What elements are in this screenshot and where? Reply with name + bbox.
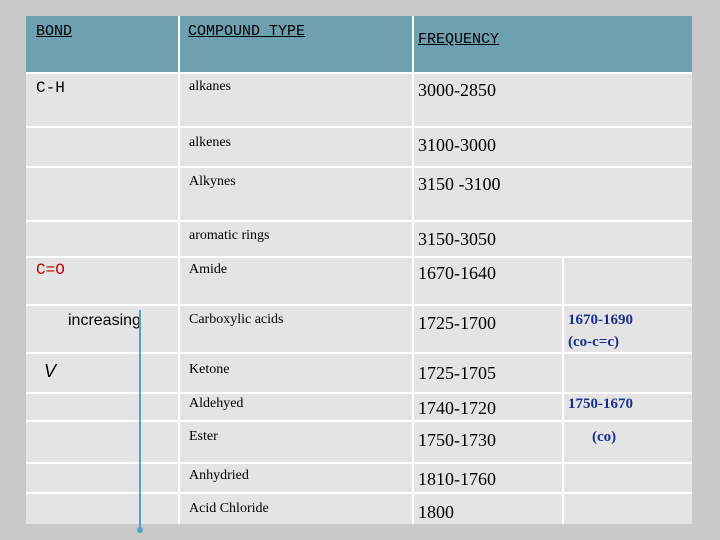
carbonyl-label: (co) — [592, 429, 617, 445]
table-row — [26, 74, 692, 126]
table-row — [26, 222, 692, 256]
compound-type: Amide — [189, 262, 228, 277]
arrow-head-icon — [137, 527, 143, 533]
compound-type: Aldehyed — [189, 396, 244, 411]
frequency-value: 1740-1720 — [418, 398, 496, 418]
table-row — [26, 464, 692, 492]
frequency-value: 3000-2850 — [418, 80, 496, 100]
bond-co: C=O — [36, 261, 65, 279]
conjugated-label: (co-c=c) — [568, 334, 620, 350]
compound-type: aromatic rings — [189, 228, 270, 243]
table-header — [26, 16, 692, 72]
frequency-value: 1810-1760 — [418, 469, 496, 489]
increasing-arrow — [139, 310, 141, 528]
frequency-value: 3100-3000 — [418, 135, 496, 155]
compound-type: Ketone — [189, 362, 230, 377]
table-row — [26, 354, 692, 392]
compound-type: alkanes — [189, 79, 231, 94]
header-compound-type: COMPOUND TYPE — [188, 23, 306, 40]
compound-type: Acid Chloride — [189, 501, 269, 516]
frequency-value: 1800 — [418, 502, 454, 522]
row-divider — [26, 72, 692, 74]
slide: BOND COMPOUND TYPE FREQUENCY C-H C=O alk… — [26, 16, 692, 533]
table-row — [26, 168, 692, 220]
frequency-value: 3150 -3100 — [418, 174, 501, 194]
header-frequency: FREQUENCY — [418, 31, 500, 48]
header-bond: BOND — [36, 23, 73, 40]
column-divider — [412, 16, 414, 524]
bond-ch: C-H — [36, 79, 65, 97]
column-divider — [562, 258, 564, 524]
compound-type: Ester — [189, 429, 218, 444]
compound-type: Carboxylic acids — [189, 312, 284, 327]
table-row — [26, 258, 692, 304]
v-label: V — [44, 361, 57, 381]
frequency-value: 3150-3050 — [418, 229, 496, 249]
frequency-value: 1670-1640 — [418, 263, 496, 283]
conjugated-range: 1670-1690 — [568, 312, 633, 328]
compound-type: Alkynes — [189, 174, 236, 189]
carbonyl-range: 1750-1670 — [568, 396, 633, 412]
frequency-value: 1725-1700 — [418, 313, 496, 333]
compound-type: Anhydried — [189, 468, 249, 483]
increasing-label: increasing — [68, 312, 141, 329]
table-row — [26, 494, 692, 524]
frequency-value: 1725-1705 — [418, 363, 496, 383]
column-divider — [178, 16, 180, 524]
table-row — [26, 128, 692, 166]
frequency-value: 1750-1730 — [418, 430, 496, 450]
compound-type: alkenes — [189, 135, 231, 150]
